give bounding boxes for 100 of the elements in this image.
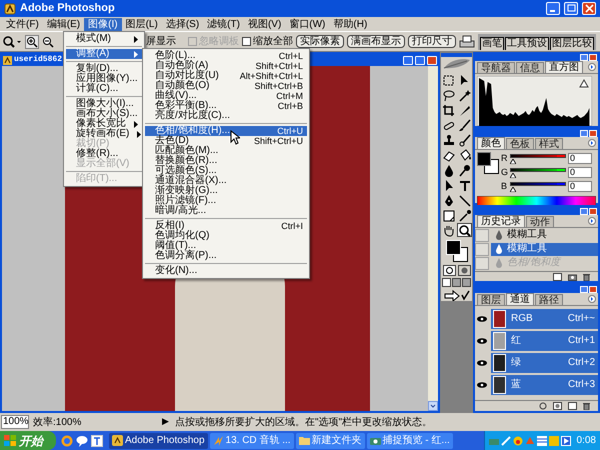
taskbar-button[interactable]: 13. CD 音轨 ... bbox=[210, 432, 294, 448]
panel-menu-icon[interactable] bbox=[588, 295, 596, 303]
channel-row[interactable]: 红 Ctrl+1 bbox=[491, 330, 598, 352]
start-button[interactable]: 开始 bbox=[0, 431, 56, 450]
palette-well-tab[interactable]: 图层比较 bbox=[550, 36, 594, 50]
play-icon[interactable] bbox=[560, 436, 571, 446]
color-slider[interactable] bbox=[510, 153, 566, 164]
menu-item[interactable]: 色调均化(Q) bbox=[145, 231, 307, 241]
standard-mode-icon[interactable] bbox=[442, 265, 456, 276]
grid-icon[interactable] bbox=[536, 436, 547, 446]
menu-screen-icon[interactable] bbox=[452, 278, 461, 287]
menu-item[interactable]: 自动色阶(A) Shift+Ctrl+L bbox=[145, 61, 307, 71]
panel-tab[interactable]: 导航器 bbox=[477, 62, 515, 73]
note-icon[interactable] bbox=[442, 208, 455, 222]
eye-icon[interactable] bbox=[477, 316, 487, 322]
color-slider[interactable] bbox=[510, 167, 566, 178]
menu-bar-item[interactable]: 帮助(H) bbox=[329, 18, 372, 30]
brush-icon[interactable] bbox=[458, 118, 471, 132]
knife-icon[interactable] bbox=[458, 104, 471, 116]
magnifier-icon[interactable] bbox=[458, 224, 471, 236]
value-field[interactable]: 0 bbox=[568, 167, 592, 178]
bucket-icon[interactable] bbox=[458, 148, 471, 162]
menu-bar-item[interactable]: 编辑(E) bbox=[42, 18, 84, 30]
hand-icon[interactable] bbox=[442, 224, 455, 236]
crop-icon[interactable] bbox=[442, 104, 455, 116]
menu-bar-item[interactable]: 图层(L) bbox=[122, 18, 162, 30]
eye-icon[interactable] bbox=[477, 382, 487, 388]
option-button[interactable]: 满画布显示 bbox=[347, 35, 405, 48]
menu-item[interactable]: 模式(M) bbox=[66, 34, 142, 44]
menu-item[interactable]: 调整(A) bbox=[66, 49, 142, 59]
scrollbar[interactable] bbox=[428, 66, 438, 411]
history-brush-icon[interactable] bbox=[458, 134, 471, 146]
pointer-arrow-icon[interactable] bbox=[458, 74, 471, 86]
line-icon[interactable] bbox=[458, 194, 471, 206]
menu-item[interactable]: 像素长宽比 bbox=[66, 119, 142, 129]
menu-item[interactable]: 画布大小(S)... bbox=[66, 109, 142, 119]
panel-menu-icon[interactable] bbox=[588, 139, 596, 147]
snapshot-checkbox[interactable] bbox=[475, 228, 489, 242]
channel-row[interactable]: RGB Ctrl+~ bbox=[491, 308, 598, 330]
panel-tab[interactable]: 信息 bbox=[516, 62, 544, 73]
scroll-down-icon[interactable] bbox=[428, 401, 438, 411]
close-button[interactable] bbox=[589, 208, 597, 214]
menu-bar-item[interactable]: 文件(F) bbox=[2, 18, 43, 30]
menu-item[interactable]: 图像大小(I)... bbox=[66, 99, 142, 109]
zoom-field[interactable]: 100% bbox=[1, 415, 29, 429]
dashed-square-icon[interactable] bbox=[442, 74, 455, 86]
menu-item[interactable]: 曲线(V)... Ctrl+M bbox=[145, 91, 307, 101]
option-button[interactable]: 实际像素 bbox=[296, 35, 344, 48]
minimize-button[interactable] bbox=[580, 208, 588, 214]
menu-item[interactable]: 照片滤镜(F)... bbox=[145, 196, 307, 206]
panel-tab[interactable]: 图层 bbox=[477, 294, 505, 305]
close-button[interactable] bbox=[589, 286, 597, 292]
menu-item[interactable]: 替换颜色(R)... bbox=[145, 156, 307, 166]
value-field[interactable]: 0 bbox=[568, 153, 592, 164]
menu-item[interactable]: 反相(I) Ctrl+I bbox=[145, 221, 307, 231]
close-button[interactable] bbox=[582, 2, 596, 15]
minimize-button[interactable] bbox=[403, 56, 413, 64]
menu-bar-item[interactable]: 视图(V) bbox=[244, 18, 286, 30]
lollipop-icon[interactable] bbox=[458, 164, 471, 176]
minimize-button[interactable] bbox=[580, 130, 588, 137]
history-item[interactable]: 模糊工具 bbox=[491, 242, 598, 256]
mask-icon[interactable] bbox=[553, 402, 562, 410]
trash-icon[interactable] bbox=[583, 402, 590, 410]
minimize-button[interactable] bbox=[546, 2, 560, 15]
new-document-icon[interactable] bbox=[568, 402, 577, 410]
panel-menu-icon[interactable] bbox=[588, 63, 596, 71]
menu-bar-item[interactable]: 窗口(W) bbox=[285, 18, 330, 30]
minimize-button[interactable] bbox=[580, 286, 588, 292]
palette-well-tab[interactable]: 工具预设 bbox=[505, 36, 549, 50]
menu-item[interactable]: 色调分离(P)... bbox=[145, 251, 307, 261]
menu-item[interactable]: 自动对比度(U) Alt+Shift+Ctrl+L bbox=[145, 71, 307, 81]
eyedropper-icon[interactable] bbox=[458, 208, 471, 222]
menu-item[interactable]: 去色(D) Shift+Ctrl+U bbox=[145, 136, 307, 146]
lasso-icon[interactable] bbox=[442, 88, 455, 102]
feather-icon[interactable] bbox=[441, 57, 472, 71]
menu-item[interactable]: 计算(C)... bbox=[66, 84, 142, 94]
maximize-button[interactable] bbox=[415, 56, 425, 64]
zoom-out-icon[interactable] bbox=[42, 34, 54, 48]
menu-item[interactable]: 修整(R)... bbox=[66, 149, 142, 159]
history-item[interactable]: 模糊工具 bbox=[491, 228, 598, 242]
value-field[interactable]: 0 bbox=[568, 181, 592, 192]
full-screen-icon[interactable] bbox=[462, 278, 471, 287]
menu-item[interactable]: 可选颜色(S)... bbox=[145, 166, 307, 176]
panel-tab[interactable]: 路径 bbox=[535, 294, 563, 305]
panel-tab[interactable]: 颜色 bbox=[477, 137, 505, 149]
stamp-icon[interactable] bbox=[442, 134, 455, 146]
menu-bar-item[interactable]: 选择(S) bbox=[162, 18, 204, 30]
taskbar-button[interactable]: 新建文件夹 bbox=[296, 432, 365, 448]
zoom-in-icon[interactable] bbox=[25, 34, 39, 48]
standard-screen-icon[interactable] bbox=[442, 278, 451, 287]
eraser-icon[interactable] bbox=[442, 148, 455, 162]
channel-row[interactable]: 绿 Ctrl+2 bbox=[491, 352, 598, 374]
panel-tab[interactable]: 通道 bbox=[506, 293, 534, 305]
wand-icon[interactable] bbox=[458, 88, 471, 102]
trash-icon[interactable] bbox=[583, 272, 590, 280]
close-button[interactable] bbox=[589, 54, 597, 61]
menu-item[interactable]: 渐变映射(G)... bbox=[145, 186, 307, 196]
menu-item[interactable]: 色阶(L)... Ctrl+L bbox=[145, 51, 307, 61]
magnifier-icon[interactable] bbox=[2, 34, 22, 48]
circle-icon[interactable] bbox=[539, 402, 547, 410]
